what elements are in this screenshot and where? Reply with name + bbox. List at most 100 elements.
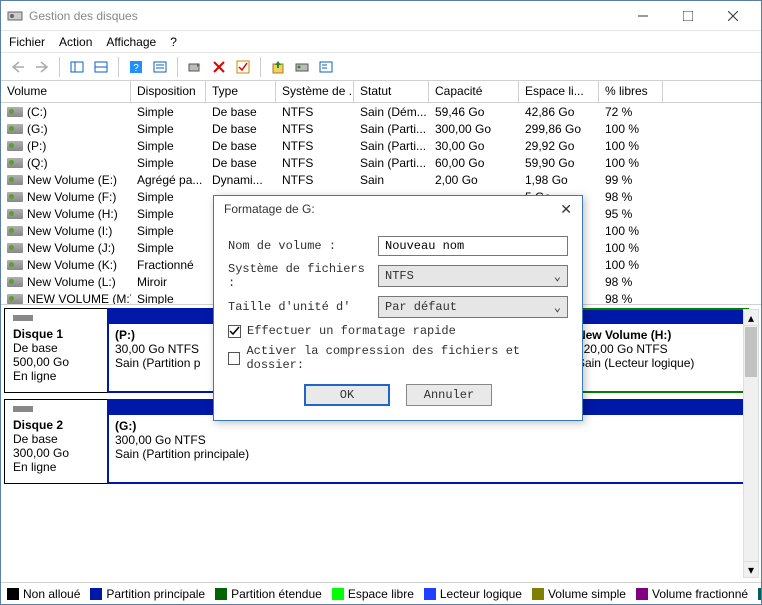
- dialog-titlebar: Formatage de G: ✕: [214, 196, 582, 222]
- scroll-down-icon[interactable]: ▾: [744, 561, 758, 577]
- volume-icon: [7, 243, 23, 253]
- table-cell: Simple: [131, 139, 206, 153]
- compression-checkbox[interactable]: [228, 352, 240, 365]
- toolbar-icon-disk[interactable]: [291, 56, 313, 78]
- volume-icon: [7, 226, 23, 236]
- column-header[interactable]: Capacité: [429, 81, 519, 102]
- table-row[interactable]: (Q:)SimpleDe baseNTFSSain (Parti...60,00…: [1, 154, 761, 171]
- dialog-title: Formatage de G:: [224, 202, 315, 216]
- refresh-icon[interactable]: [184, 56, 206, 78]
- disk-name: Disque 1: [13, 327, 99, 341]
- toolbar-icon-panel1[interactable]: [66, 56, 88, 78]
- table-cell: New Volume (K:): [1, 258, 131, 272]
- disk-type: De base: [13, 341, 99, 355]
- table-cell: NEW VOLUME (M:): [1, 292, 131, 306]
- main-window: Gestion des disques Fichier Action Affic…: [0, 0, 762, 605]
- table-cell: 30,00 Go: [429, 139, 519, 153]
- table-cell: 2,00 Go: [429, 173, 519, 187]
- disk-icon: [13, 406, 33, 412]
- volume-icon: [7, 141, 23, 151]
- partition-size: 320,00 Go NTFS: [577, 342, 741, 356]
- table-cell: (Q:): [1, 156, 131, 170]
- table-cell: 95 %: [599, 207, 663, 221]
- table-cell: 59,46 Go: [429, 105, 519, 119]
- table-cell: 72 %: [599, 105, 663, 119]
- disk-label[interactable]: Disque 2De base300,00 GoEn ligne: [4, 399, 108, 484]
- table-cell: 42,86 Go: [519, 105, 599, 119]
- table-row[interactable]: (C:)SimpleDe baseNTFSSain (Dém...59,46 G…: [1, 103, 761, 120]
- table-cell: Simple: [131, 105, 206, 119]
- minimize-button[interactable]: [620, 2, 665, 30]
- partition-name: (G:): [115, 419, 742, 433]
- maximize-button[interactable]: [665, 2, 710, 30]
- quick-format-label: Effectuer un formatage rapide: [247, 324, 456, 338]
- table-cell: Agrégé pa...: [131, 173, 206, 187]
- disk-name: Disque 2: [13, 418, 99, 432]
- check-icon[interactable]: [232, 56, 254, 78]
- table-cell: Simple: [131, 156, 206, 170]
- column-header[interactable]: Volume: [1, 81, 131, 102]
- dialog-close-icon[interactable]: ✕: [560, 201, 572, 218]
- toolbar: ?: [1, 53, 761, 81]
- scroll-up-icon[interactable]: ▴: [744, 310, 758, 326]
- help-icon[interactable]: ?: [125, 56, 147, 78]
- menu-view[interactable]: Affichage: [106, 35, 156, 49]
- table-cell: 98 %: [599, 190, 663, 204]
- format-dialog: Formatage de G: ✕ Nom de volume : Systèm…: [213, 195, 583, 421]
- partition[interactable]: New Volume (H:)320,00 Go NTFSSain (Lecte…: [569, 308, 749, 393]
- forward-button[interactable]: [31, 56, 53, 78]
- legend-item: Volume fractionné: [636, 587, 748, 601]
- legend-item: Volume simple: [532, 587, 626, 601]
- table-row[interactable]: (G:)SimpleDe baseNTFSSain (Parti...300,0…: [1, 120, 761, 137]
- table-cell: De base: [206, 105, 276, 119]
- partition-status: Sain (Partition principale): [115, 447, 742, 461]
- alloc-size-select[interactable]: Par défaut⌄: [378, 296, 568, 318]
- legend-swatch: [636, 588, 648, 600]
- back-button[interactable]: [7, 56, 29, 78]
- legend-swatch: [90, 588, 102, 600]
- toolbar-icon-list[interactable]: [149, 56, 171, 78]
- menu-action[interactable]: Action: [59, 35, 92, 49]
- volume-icon: [7, 294, 23, 304]
- legend-item: Lecteur logique: [424, 587, 522, 601]
- table-cell: 59,90 Go: [519, 156, 599, 170]
- table-cell: 1,98 Go: [519, 173, 599, 187]
- disk-type: De base: [13, 432, 99, 446]
- table-cell: 100 %: [599, 156, 663, 170]
- table-cell: 100 %: [599, 241, 663, 255]
- table-cell: (G:): [1, 122, 131, 136]
- delete-icon[interactable]: [208, 56, 230, 78]
- table-cell: Sain (Dém...: [354, 105, 429, 119]
- column-header[interactable]: Type: [206, 81, 276, 102]
- table-cell: New Volume (J:): [1, 241, 131, 255]
- disk-size: 500,00 Go: [13, 355, 99, 369]
- filesystem-select[interactable]: NTFS⌄: [378, 265, 568, 287]
- volume-name-input[interactable]: [378, 236, 568, 256]
- table-cell: Sain (Parti...: [354, 156, 429, 170]
- quick-format-checkbox[interactable]: [228, 325, 241, 338]
- titlebar: Gestion des disques: [1, 1, 761, 31]
- menu-file[interactable]: Fichier: [9, 35, 45, 49]
- vertical-scrollbar[interactable]: ▴ ▾: [743, 309, 759, 578]
- toolbar-icon-up[interactable]: [267, 56, 289, 78]
- window-title: Gestion des disques: [29, 9, 138, 23]
- scroll-thumb[interactable]: [745, 327, 757, 377]
- toolbar-icon-panel2[interactable]: [90, 56, 112, 78]
- disk-label[interactable]: Disque 1De base500,00 GoEn ligne: [4, 308, 108, 393]
- table-cell: 100 %: [599, 224, 663, 238]
- table-row[interactable]: (P:)SimpleDe baseNTFSSain (Parti...30,00…: [1, 137, 761, 154]
- column-header[interactable]: Statut: [354, 81, 429, 102]
- close-button[interactable]: [710, 2, 755, 30]
- table-cell: Simple: [131, 224, 206, 238]
- column-header[interactable]: Espace li...: [519, 81, 599, 102]
- menu-help[interactable]: ?: [170, 35, 177, 49]
- legend-item: Espace libre: [332, 587, 414, 601]
- cancel-button[interactable]: Annuler: [406, 384, 492, 406]
- column-header[interactable]: % libres: [599, 81, 663, 102]
- ok-button[interactable]: OK: [304, 384, 390, 406]
- svg-text:?: ?: [133, 63, 139, 74]
- properties-icon[interactable]: [315, 56, 337, 78]
- column-header[interactable]: Système de ...: [276, 81, 354, 102]
- column-header[interactable]: Disposition: [131, 81, 206, 102]
- table-row[interactable]: New Volume (E:)Agrégé pa...Dynami...NTFS…: [1, 171, 761, 188]
